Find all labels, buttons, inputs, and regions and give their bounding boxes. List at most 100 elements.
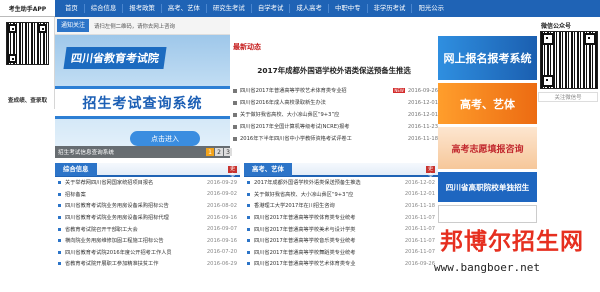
list-item[interactable]: 招标备案 2016-09-02 <box>55 189 240 201</box>
bullet-icon <box>58 192 61 196</box>
news-row-date: 2016-09-26 <box>407 87 438 94</box>
list-item-date: 2016-12-01 <box>404 191 435 198</box>
nav-item-general[interactable]: 综合信息 <box>85 4 124 13</box>
nav-item-graduate[interactable]: 研究生考试 <box>207 4 252 13</box>
nav-item-policy[interactable]: 报考政策 <box>123 4 162 13</box>
new-badge: NEW <box>393 88 405 93</box>
list-item[interactable]: 四川省2017年普通高等学校舞蹈类专业统考 2016-11-07 <box>244 247 438 259</box>
list-item-date: 2016-12-02 <box>404 179 435 186</box>
list-item-date: 2016-09-26 <box>404 260 435 267</box>
list-item[interactable]: 关于做好我省高校、大小凉山彝区“9+3”应 2016-12-01 <box>244 189 438 201</box>
wechat-caption: 关注微信号 <box>538 92 598 102</box>
list-item[interactable]: 四川省2017年普通高等学校体育类专业统考 2016-11-07 <box>244 212 438 224</box>
bullet-icon <box>233 112 237 117</box>
more-button[interactable]: 更多 <box>228 166 237 179</box>
list-item-title[interactable]: 省教育考试院召开干部职工大会 <box>65 226 204 233</box>
nav-item-home[interactable]: 首页 <box>59 4 85 13</box>
list-item[interactable]: 横向院业务用房维修加固工程施工招标公告 2016-09-16 <box>55 235 240 247</box>
news-row-title[interactable]: 四川省2017年全国计算机等级考试(NCRE)报考 <box>240 123 405 130</box>
app-caption: 查成绩、查录取 <box>7 98 48 104</box>
news-row[interactable]: 四川省2017年全国计算机等级考试(NCRE)报考 2016-11-23 <box>233 122 438 131</box>
bullet-icon <box>58 216 61 220</box>
vocational-enrollment-card[interactable]: 四川省高职院校单独招生 <box>438 172 537 202</box>
list-item-title[interactable]: 关于做好我省高校、大小凉山彝区“9+3”应 <box>254 191 402 198</box>
list-item-title[interactable]: 四川省2017年普通高等学校美术与设计学类 <box>254 226 402 233</box>
wechat-heading: 微信公众号 <box>541 23 572 30</box>
section-header: 综合信息 更多 <box>55 163 240 179</box>
list-item[interactable]: 四川省教育考试院业务用房设备采购招标公告 2016-08-02 <box>55 200 240 212</box>
list-item-title[interactable]: 四川省教育考试院业务用房设备采购招标公告 <box>65 202 204 209</box>
list-item-title[interactable]: 关于举荐网四川省网国家统招项目报名 <box>65 179 204 186</box>
news-row-title[interactable]: 关于做好我省高校、大小凉山彝区“9+3”应 <box>240 111 405 118</box>
list-item-date: 2016-08-02 <box>206 202 237 209</box>
nav-item-gaokao[interactable]: 高考、艺体 <box>162 4 207 13</box>
list-item[interactable]: 四川省2017年普通高等学校美术与设计学类 2016-11-07 <box>244 223 438 235</box>
news-row[interactable]: 关于做好我省高校、大小凉山彝区“9+3”应 2016-12-01 <box>233 110 438 119</box>
bullet-icon <box>58 181 61 185</box>
nav-item-vocational[interactable]: 中职中专 <box>329 4 368 13</box>
list-item[interactable]: 2017年成都外国语学校外语类保送预备生推选 2016-12-02 <box>244 177 438 189</box>
list-item[interactable]: 四川省教育考试院业务用房设备采购招标代理 2016-09-16 <box>55 212 240 224</box>
app-qr-panel[interactable]: 查成绩、查录取 <box>0 17 55 109</box>
news-headline[interactable]: 2017年成都外国语学校外语类保送预备生推选 <box>230 65 438 76</box>
list-item[interactable]: 关于举荐网四川省网国家统招项目报名 2016-09-29 <box>55 177 240 189</box>
list-item-date: 2016-07-20 <box>206 249 237 256</box>
gaokao-section: 高考、艺体 更多 2017年成都外国语学校外语类保送预备生推选 2016-12-0… <box>244 163 438 292</box>
bullet-icon <box>247 239 250 243</box>
news-row-title[interactable]: 四川省2016年成人高校录取新生办法 <box>240 99 405 106</box>
list-item-title[interactable]: 四川省2017年普通高等学校音乐类专业统考 <box>254 237 402 244</box>
news-row[interactable]: 2016年下半年四川省中小学教师资格考试评卷工 2016-11-18 <box>233 134 438 143</box>
list-item-title[interactable]: 招标备案 <box>65 191 204 198</box>
list-item[interactable]: 省教育考试院召开干部职工大会 2016-09-07 <box>55 223 240 235</box>
banner-page-1[interactable]: 1 <box>206 148 214 156</box>
list-item-title[interactable]: 四川省2017年普通高等学校艺术体育类专业 <box>254 260 402 267</box>
bullet-icon <box>58 239 61 243</box>
section-header: 高考、艺体 更多 <box>244 163 438 179</box>
list-item-date: 2016-09-02 <box>206 191 237 198</box>
university-logo-card[interactable] <box>438 205 537 223</box>
news-row[interactable]: 四川省2017年普通高等学校艺术体育类专业招 NEW 2016-09-26 <box>233 86 438 95</box>
gaokao-art-card[interactable]: 高考、艺体 <box>438 83 537 124</box>
list-item-title[interactable]: 四川省教育考试院业务用房设备采购招标代理 <box>65 214 204 221</box>
list-item-title[interactable]: 四川省2017年普通高等学校体育类专业统考 <box>254 214 402 221</box>
nav-item-adult[interactable]: 成人高考 <box>290 4 329 13</box>
latest-news-panel: 最新动态 2017年成都外国语学校外语类保送预备生推选 四川省2017年普通高等… <box>230 36 438 158</box>
news-row[interactable]: 四川省2016年成人高校录取新生办法 2016-12-01 <box>233 98 438 107</box>
list-item[interactable]: 省教育考试院开展职工参加精准扶贫工作 2016-06-29 <box>55 258 240 270</box>
list-item-title[interactable]: 横向院业务用房维修加固工程施工招标公告 <box>65 237 204 244</box>
wechat-qr-code[interactable] <box>540 31 598 89</box>
bullet-icon <box>58 262 61 266</box>
list-item-title[interactable]: 香港理工大学2017年在川招生咨询 <box>254 202 402 209</box>
volunteer-consult-card[interactable]: 高考志愿填报咨询 <box>438 127 537 169</box>
list-item-date: 2016-11-07 <box>404 237 435 244</box>
list-item-title[interactable]: 省教育考试院开展职工参加精准扶贫工作 <box>65 260 204 267</box>
list-item[interactable]: 香港理工大学2017年在川招生咨询 2016-11-18 <box>244 200 438 212</box>
bullet-icon <box>247 262 250 266</box>
bullet-icon <box>233 124 237 129</box>
nav-item-public[interactable]: 阳光公示 <box>412 4 450 13</box>
bullet-icon <box>247 250 250 254</box>
list-item-date: 2016-09-07 <box>206 226 237 233</box>
list-item-date: 2016-06-29 <box>206 260 237 267</box>
list-item-title[interactable]: 四川省教育考试院2016年度公开招考工作人员 <box>65 249 204 256</box>
hero-banner[interactable]: 四川省教育考试院 招生考试查询系统 点击进入 <box>55 35 230 158</box>
section-title[interactable]: 综合信息 <box>55 163 97 176</box>
nav-item-non-degree[interactable]: 非学历考试 <box>368 4 413 13</box>
notice-text[interactable]: 请扫左侧二维码，请你去网上咨询 <box>94 22 175 30</box>
list-item-title[interactable]: 四川省2017年普通高等学校舞蹈类专业统考 <box>254 249 402 256</box>
news-row-title[interactable]: 2016年下半年四川省中小学教师资格考试评卷工 <box>240 135 405 142</box>
app-qr-code[interactable] <box>6 22 49 65</box>
more-button[interactable]: 更多 <box>426 166 435 179</box>
list-item-title[interactable]: 2017年成都外国语学校外语类保送预备生推选 <box>254 179 402 186</box>
list-item[interactable]: 四川省2017年普通高等学校音乐类专业统考 2016-11-07 <box>244 235 438 247</box>
banner-enter-button[interactable]: 点击进入 <box>130 131 200 146</box>
section-title[interactable]: 高考、艺体 <box>244 163 292 176</box>
list-item-date: 2016-09-16 <box>206 237 237 244</box>
list-item[interactable]: 四川省教育考试院2016年度公开招考工作人员 2016-07-20 <box>55 247 240 259</box>
online-registration-card[interactable]: 网上报名报考系统 <box>438 36 537 80</box>
news-row-title[interactable]: 四川省2017年普通高等学校艺术体育类专业招 <box>240 87 391 94</box>
list-item[interactable]: 四川省2017年普通高等学校艺术体育类专业 2016-09-26 <box>244 258 438 270</box>
banner-page-2[interactable]: 2 <box>215 148 223 156</box>
app-title: 考生助手APP <box>0 0 55 17</box>
nav-item-self-study[interactable]: 自学考试 <box>252 4 291 13</box>
